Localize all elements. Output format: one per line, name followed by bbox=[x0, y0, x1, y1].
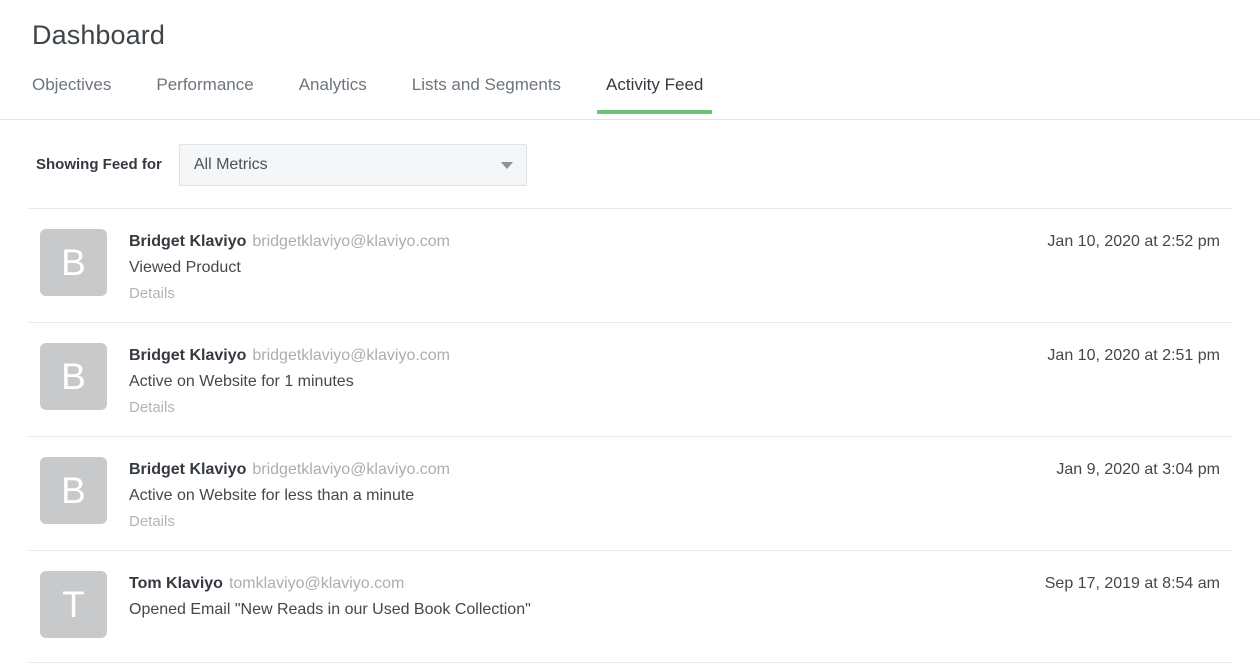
feed-row-timestamp: Jan 9, 2020 at 3:04 pm bbox=[1056, 453, 1232, 482]
avatar: B bbox=[40, 229, 107, 296]
activity-feed-list: B Bridget Klaviyo bridgetklaviyo@klaviyo.c… bbox=[28, 208, 1232, 663]
tab-objectives[interactable]: Objectives bbox=[32, 74, 111, 113]
feed-row-action: Active on Website for less than a minute bbox=[129, 483, 1056, 509]
tab-performance[interactable]: Performance bbox=[156, 74, 253, 113]
feed-row: T Tom Klaviyo tomklaviyo@klaviyo.com Opened… bbox=[28, 551, 1232, 663]
tab-activity-feed[interactable]: Activity Feed bbox=[606, 74, 703, 113]
filter-bar: Showing Feed for All Metrics bbox=[0, 120, 1260, 208]
feed-row-identity: Tom Klaviyo tomklaviyo@klaviyo.com bbox=[129, 572, 1045, 596]
feed-row: B Bridget Klaviyo bridgetklaviyo@klaviyo.c… bbox=[28, 209, 1232, 323]
feed-row-action: Active on Website for 1 minutes bbox=[129, 369, 1047, 395]
person-email: tomklaviyo@klaviyo.com bbox=[229, 575, 404, 592]
page-title: Dashboard bbox=[32, 18, 1260, 52]
feed-row-identity: Bridget Klaviyo bridgetklaviyo@klaviyo.co… bbox=[129, 344, 1047, 368]
person-name[interactable]: Bridget Klaviyo bbox=[129, 233, 246, 250]
feed-row-body: Bridget Klaviyo bridgetklaviyo@klaviyo.co… bbox=[107, 225, 1047, 306]
tab-lists-and-segments[interactable]: Lists and Segments bbox=[412, 74, 561, 113]
feed-row: B Bridget Klaviyo bridgetklaviyo@klaviyo.c… bbox=[28, 437, 1232, 551]
metric-filter-value: All Metrics bbox=[180, 154, 268, 176]
avatar: T bbox=[40, 571, 107, 638]
person-email: bridgetklaviyo@klaviyo.com bbox=[252, 233, 450, 250]
details-link[interactable]: Details bbox=[129, 396, 175, 420]
feed-row-body: Bridget Klaviyo bridgetklaviyo@klaviyo.co… bbox=[107, 453, 1056, 534]
details-link[interactable]: Details bbox=[129, 282, 175, 306]
person-email: bridgetklaviyo@klaviyo.com bbox=[252, 347, 450, 364]
feed-row-action: Opened Email "New Reads in our Used Book… bbox=[129, 597, 1045, 623]
details-link[interactable]: Details bbox=[129, 510, 175, 534]
chevron-down-icon bbox=[501, 162, 513, 169]
person-name[interactable]: Bridget Klaviyo bbox=[129, 461, 246, 478]
feed-row-body: Tom Klaviyo tomklaviyo@klaviyo.com Opened … bbox=[107, 567, 1045, 623]
feed-row-timestamp: Jan 10, 2020 at 2:51 pm bbox=[1047, 339, 1232, 368]
avatar: B bbox=[40, 457, 107, 524]
page-header: Dashboard bbox=[0, 0, 1260, 52]
filter-label: Showing Feed for bbox=[36, 155, 162, 175]
feed-row-body: Bridget Klaviyo bridgetklaviyo@klaviyo.co… bbox=[107, 339, 1047, 420]
feed-row-timestamp: Sep 17, 2019 at 8:54 am bbox=[1045, 567, 1232, 596]
feed-row-identity: Bridget Klaviyo bridgetklaviyo@klaviyo.co… bbox=[129, 458, 1056, 482]
tab-bar: Objectives Performance Analytics Lists and … bbox=[0, 74, 1260, 120]
feed-row-action: Viewed Product bbox=[129, 255, 1047, 281]
feed-row-identity: Bridget Klaviyo bridgetklaviyo@klaviyo.co… bbox=[129, 230, 1047, 254]
person-email: bridgetklaviyo@klaviyo.com bbox=[252, 461, 450, 478]
feed-row-timestamp: Jan 10, 2020 at 2:52 pm bbox=[1047, 225, 1232, 254]
metric-filter-select[interactable]: All Metrics bbox=[179, 144, 527, 186]
feed-row: B Bridget Klaviyo bridgetklaviyo@klaviyo.c… bbox=[28, 323, 1232, 437]
person-name[interactable]: Bridget Klaviyo bbox=[129, 347, 246, 364]
tab-analytics[interactable]: Analytics bbox=[299, 74, 367, 113]
person-name[interactable]: Tom Klaviyo bbox=[129, 575, 223, 592]
avatar: B bbox=[40, 343, 107, 410]
